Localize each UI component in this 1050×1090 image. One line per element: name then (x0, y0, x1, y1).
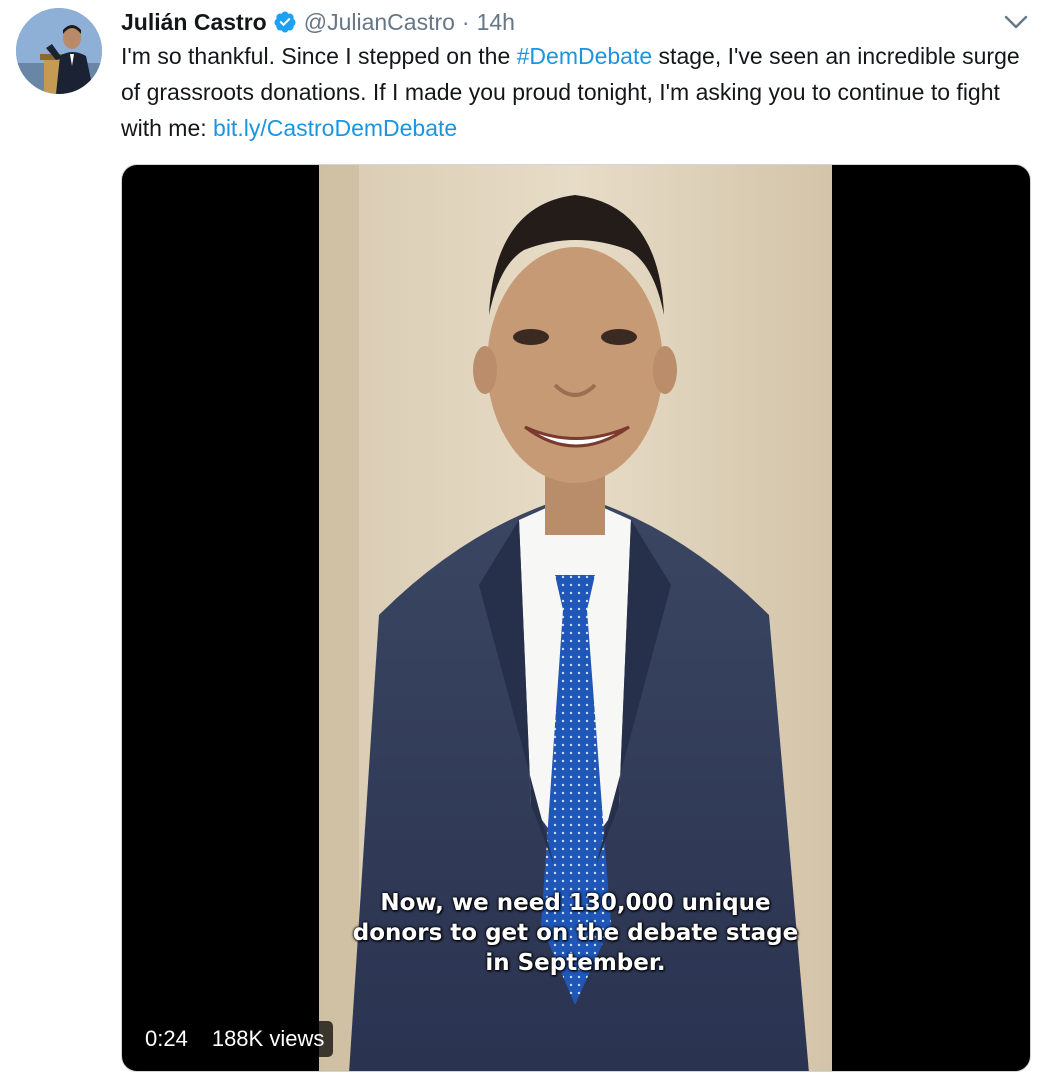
tweet-timestamp[interactable]: 14h (477, 9, 515, 36)
header-separator: · (461, 8, 470, 35)
author-handle[interactable]: @JulianCastro (304, 9, 455, 36)
tweet-text: I'm so thankful. Since I stepped on the … (121, 38, 1031, 146)
avatar[interactable] (16, 8, 102, 94)
tweet-text-part1: I'm so thankful. Since I stepped on the (121, 43, 517, 69)
author-name[interactable]: Julián Castro (121, 9, 267, 36)
url-link[interactable]: bit.ly/CastroDemDebate (213, 115, 457, 141)
verified-badge-icon (274, 11, 296, 33)
tweet: Julián Castro @JulianCastro · 14h I'm so… (0, 0, 1050, 1090)
video-info-badges: 0:24 188K views (136, 1021, 334, 1057)
video-duration: 0:24 (136, 1021, 197, 1057)
tweet-header: Julián Castro @JulianCastro · 14h (121, 6, 515, 38)
hashtag-link[interactable]: #DemDebate (517, 43, 653, 69)
video-caption: Now, we need 130,000 unique donors to ge… (352, 890, 799, 976)
video-player[interactable]: Now, we need 130,000 unique donors to ge… (121, 164, 1031, 1072)
avatar-image (16, 8, 102, 94)
chevron-down-icon[interactable] (1002, 10, 1030, 34)
video-view-count: 188K views (202, 1021, 334, 1057)
